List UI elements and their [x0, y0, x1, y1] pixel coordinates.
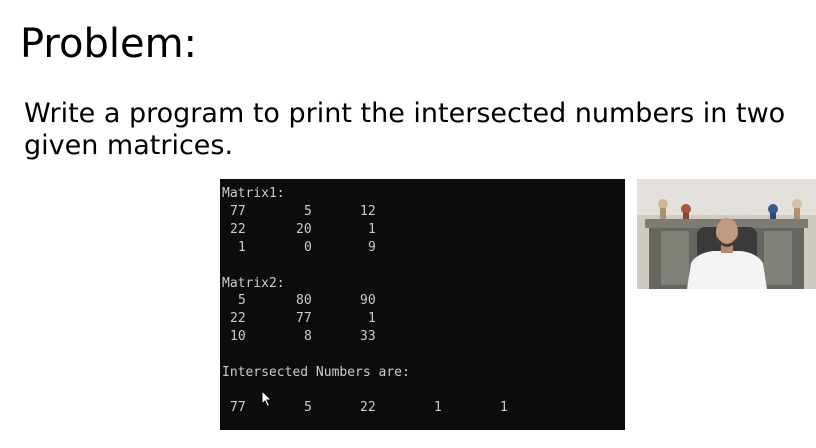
matrix2-label: Matrix2:: [222, 276, 285, 291]
result-value: 22: [360, 400, 376, 415]
matrix1-cell: 9: [368, 240, 376, 255]
result-value: 5: [304, 400, 312, 415]
matrix2-cell: 1: [368, 311, 376, 326]
matrix1-label: Matrix1:: [222, 186, 285, 201]
result-value: 77: [230, 400, 246, 415]
result-value: 1: [500, 400, 508, 415]
matrix1-cell: 20: [296, 222, 312, 237]
console-output-screenshot: Matrix1: 77 5 12 22 20 1 1 0 9 Matrix2: …: [220, 179, 625, 430]
matrix2-cell: 22: [230, 311, 246, 326]
matrix1-cell: 22: [230, 222, 246, 237]
matrix2-cell: 80: [296, 293, 312, 308]
matrix1-cell: 0: [304, 240, 312, 255]
matrix2-cell: 33: [360, 329, 376, 344]
matrix1-cell: 12: [360, 204, 376, 219]
mouse-pointer-icon: [261, 390, 273, 408]
presenter-webcam: [637, 179, 816, 289]
matrix2-cell: 77: [296, 311, 312, 326]
matrix1-cell: 1: [238, 240, 246, 255]
matrix1-cell: 77: [230, 204, 246, 219]
matrix2-cell: 10: [230, 329, 246, 344]
presenter-video-image: [637, 179, 816, 289]
slide-title: Problem:: [20, 21, 198, 67]
matrix2-cell: 8: [304, 329, 312, 344]
result-value: 1: [434, 400, 442, 415]
result-label: Intersected Numbers are:: [222, 365, 410, 380]
problem-description: Write a program to print the intersected…: [24, 98, 786, 161]
matrix1-cell: 5: [304, 204, 312, 219]
matrix2-cell: 90: [360, 293, 376, 308]
matrix1-cell: 1: [368, 222, 376, 237]
matrix2-cell: 5: [238, 293, 246, 308]
